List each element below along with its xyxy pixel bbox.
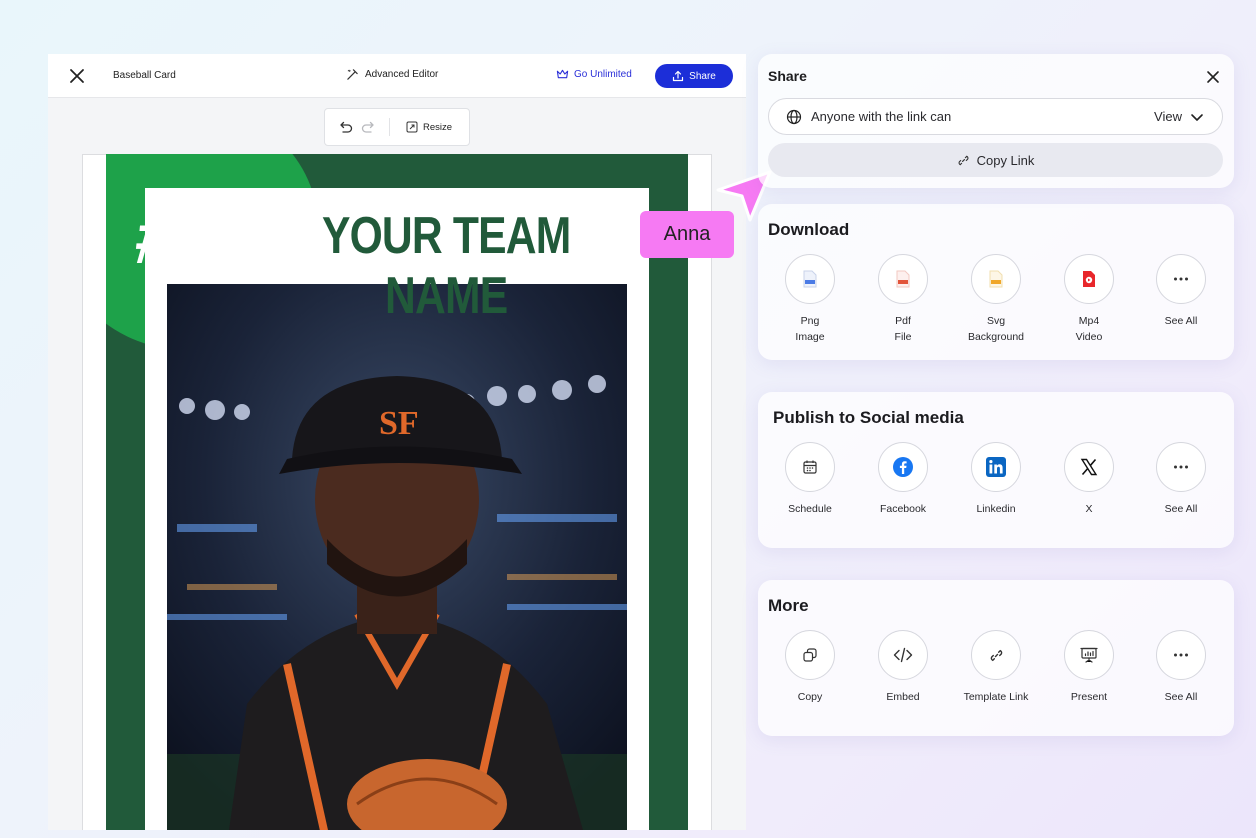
calendar-icon (803, 460, 817, 474)
more-icon (1174, 465, 1188, 469)
chevron-down-icon (1191, 113, 1203, 121)
copy-icon (803, 648, 817, 662)
resize-button[interactable]: Resize (406, 121, 452, 133)
facebook-icon (893, 457, 913, 477)
more-icon (1174, 277, 1188, 281)
present-button[interactable]: Present (1039, 630, 1139, 705)
download-mp4-sublabel: Video (1075, 331, 1103, 343)
more-title: More (768, 596, 809, 615)
collaborator-tag: Anna (640, 211, 734, 258)
advanced-editor-label: Advanced Editor (365, 69, 439, 80)
download-pdf-sublabel: File (894, 331, 912, 343)
copy-link-label: Copy Link (976, 152, 1035, 168)
social-panel: Publish to Social media Schedule Faceboo… (758, 392, 1234, 548)
social-title: Publish to Social media (773, 408, 964, 427)
canvas-toolbar: Resize (324, 108, 470, 146)
svg-file-icon (989, 270, 1003, 288)
editor-topbar: Baseball Card Advanced Editor Go Unlimit… (48, 54, 746, 98)
resize-label: Resize (423, 121, 453, 133)
document-title: Baseball Card (113, 70, 176, 81)
social-see-all-label: See All (1164, 503, 1198, 515)
download-svg-label: Svg (986, 315, 1006, 327)
resize-icon (406, 121, 418, 133)
more-panel: More Copy Embed Template Link Present Se… (758, 580, 1234, 736)
x-icon (1080, 458, 1098, 476)
close-icon[interactable] (68, 67, 86, 85)
present-label: Present (1070, 691, 1108, 703)
download-pdf-button[interactable]: Pdf File (853, 254, 953, 345)
linkedin-icon (986, 457, 1006, 477)
template-link-label: Template Link (963, 691, 1029, 703)
share-panel-title: Share (768, 68, 807, 84)
link-access-label: Anyone with the link can (811, 109, 952, 124)
more-see-all-label: See All (1164, 691, 1198, 703)
go-unlimited-label: Go Unlimited (574, 68, 632, 80)
share-panel: Share Anyone with the link can View Copy… (758, 54, 1234, 188)
mp4-file-icon (1083, 271, 1095, 287)
more-see-all-button[interactable]: See All (1131, 630, 1231, 705)
linkedin-button[interactable]: Linkedin (946, 442, 1046, 517)
social-see-all-button[interactable]: See All (1131, 442, 1231, 517)
download-png-sublabel: Image (795, 331, 825, 343)
download-title: Download (768, 220, 850, 239)
player-photo[interactable]: SF (167, 284, 627, 830)
close-icon[interactable] (1205, 69, 1221, 85)
x-button[interactable]: X (1039, 442, 1139, 517)
linkedin-label: Linkedin (976, 503, 1016, 515)
schedule-label: Schedule (788, 503, 832, 515)
editor-window: Baseball Card Advanced Editor Go Unlimit… (48, 54, 746, 830)
copy-button[interactable]: Copy (760, 630, 860, 705)
share-button-label: Share (689, 70, 716, 82)
facebook-label: Facebook (879, 503, 927, 515)
download-panel: Download Png Image Pdf File Svg Background … (758, 204, 1234, 360)
player-number[interactable]: #8 (131, 194, 208, 281)
toolbar-divider (389, 118, 390, 136)
copy-label: Copy (797, 691, 823, 703)
download-see-all-button[interactable]: See All (1131, 254, 1231, 329)
download-see-all-label: See All (1164, 315, 1198, 327)
globe-icon (786, 109, 802, 124)
download-mp4-label: Mp4 (1078, 315, 1100, 327)
pdf-file-icon (896, 270, 910, 288)
download-png-label: Png (800, 315, 820, 327)
download-svg-button[interactable]: Svg Background (946, 254, 1046, 345)
schedule-button[interactable]: Schedule (760, 442, 860, 517)
upload-icon (673, 70, 684, 82)
team-name[interactable]: YOUR TEAM NAME (190, 206, 603, 326)
png-file-icon (803, 270, 817, 288)
template-link-button[interactable]: Template Link (946, 630, 1046, 705)
crown-icon (556, 69, 569, 79)
copy-link-button[interactable]: Copy Link (768, 143, 1223, 177)
embed-label: Embed (886, 691, 920, 703)
embed-button[interactable]: Embed (853, 630, 953, 705)
download-svg-sublabel: Background (967, 331, 1025, 343)
x-label: X (1085, 503, 1093, 515)
go-unlimited-button[interactable]: Go Unlimited (556, 68, 632, 80)
magic-wand-icon (347, 69, 358, 80)
code-icon (893, 647, 913, 663)
player-image: SF (167, 284, 627, 830)
download-pdf-label: Pdf (895, 315, 911, 327)
redo-icon[interactable] (361, 119, 377, 135)
download-png-button[interactable]: Png Image (760, 254, 860, 345)
download-mp4-button[interactable]: Mp4 Video (1039, 254, 1139, 345)
present-icon (1080, 647, 1098, 663)
facebook-button[interactable]: Facebook (853, 442, 953, 517)
undo-icon[interactable] (337, 119, 353, 135)
link-access-dropdown[interactable]: Anyone with the link can View (768, 98, 1223, 135)
share-button[interactable]: Share (655, 64, 733, 88)
svg-text:SF: SF (379, 405, 419, 442)
more-icon (1174, 653, 1188, 657)
advanced-editor-button[interactable]: Advanced Editor (346, 68, 438, 81)
link-icon (990, 649, 1002, 661)
link-access-value: View (1154, 109, 1182, 124)
link-icon (958, 155, 969, 165)
